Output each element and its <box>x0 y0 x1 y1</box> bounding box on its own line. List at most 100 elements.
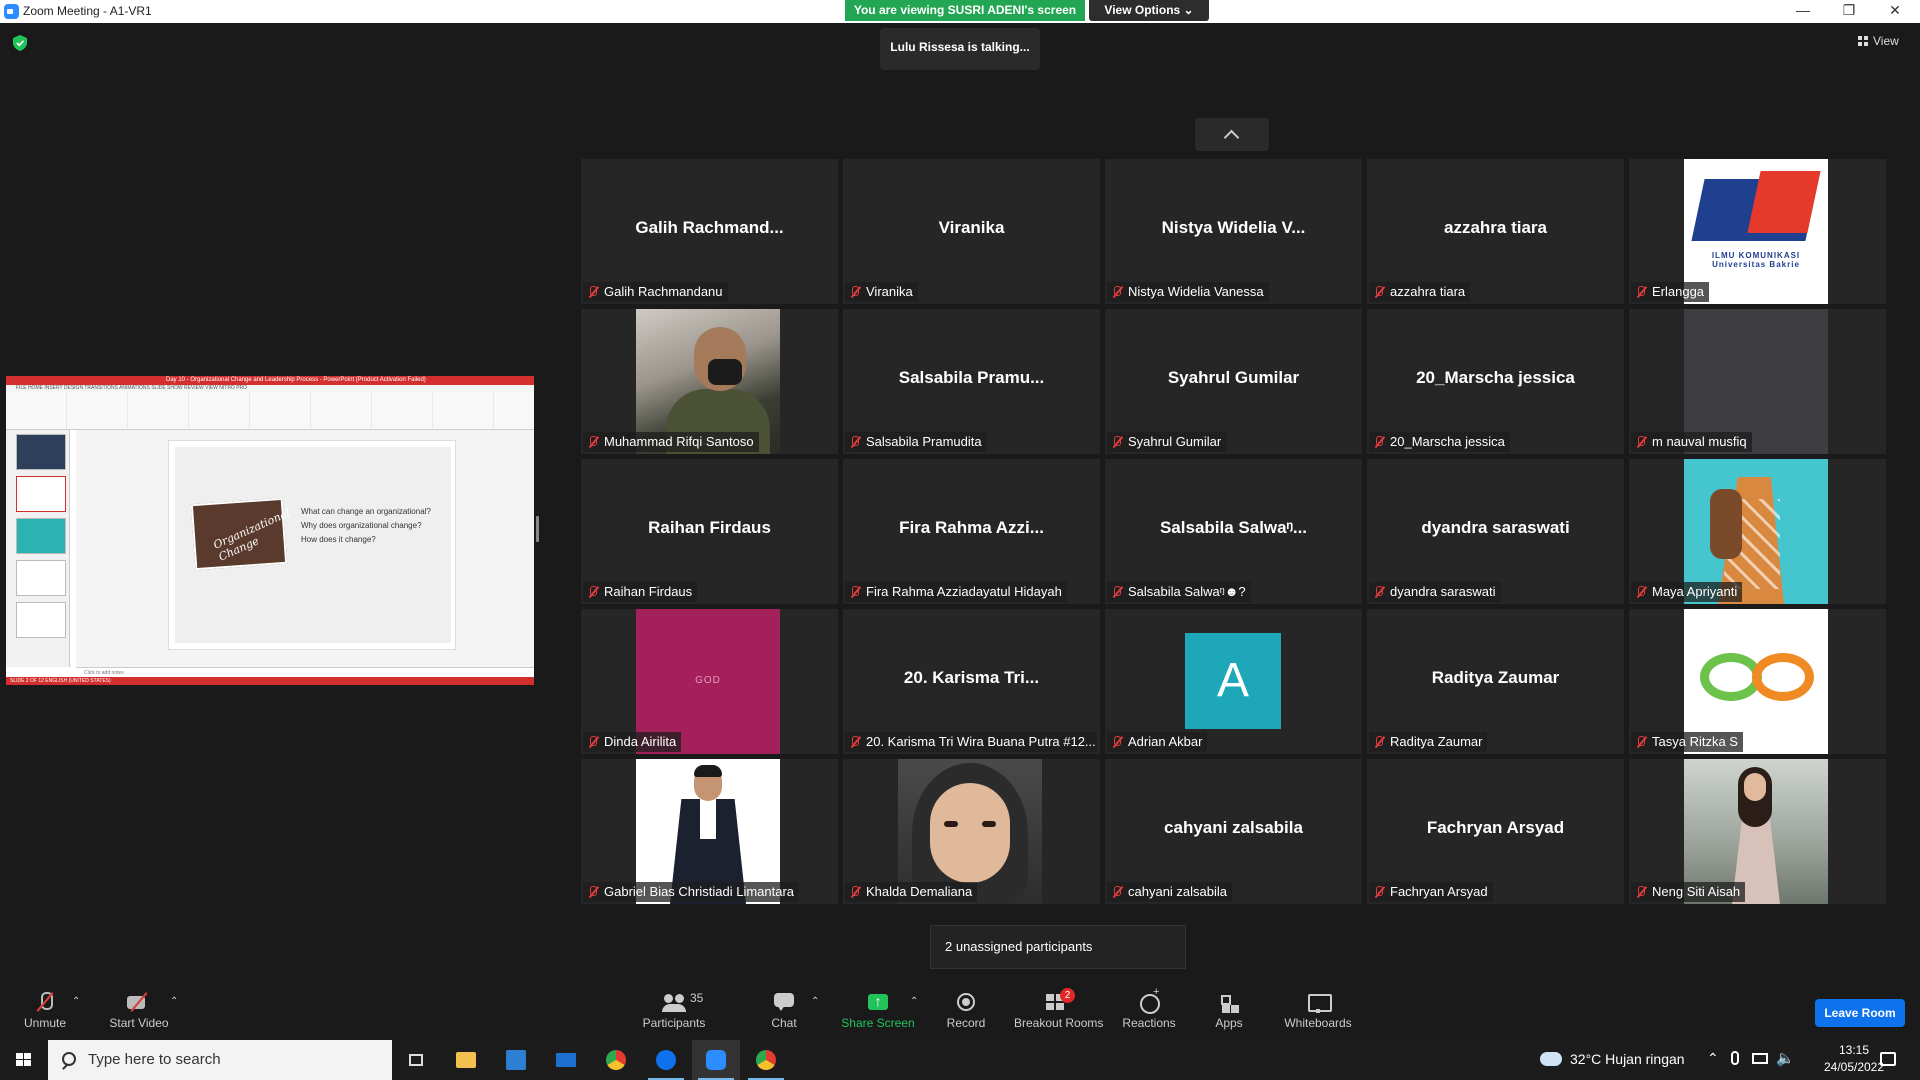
slide-thumbnail <box>16 476 66 512</box>
zoom-icon <box>706 1050 726 1070</box>
task-view-icon <box>409 1054 423 1066</box>
security-shield-icon[interactable] <box>13 35 27 51</box>
weather-cloud-icon[interactable] <box>1540 1052 1562 1066</box>
participant-tile[interactable]: Fachryan Arsyad Fachryan Arsyad <box>1367 759 1624 904</box>
participant-tile[interactable]: Raihan Firdaus Raihan Firdaus <box>581 459 838 604</box>
mic-muted-icon <box>1111 886 1123 898</box>
participant-tile[interactable]: Nistya Widelia V... Nistya Widelia Vanes… <box>1105 159 1362 304</box>
gallery-previous-page-button[interactable] <box>1195 118 1269 151</box>
participant-tile[interactable]: Raditya Zaumar Raditya Zaumar <box>1367 609 1624 754</box>
minimize-button[interactable]: — <box>1780 0 1826 23</box>
taskbar-file-explorer[interactable] <box>442 1040 490 1080</box>
chat-options-caret-icon[interactable]: ⌃ <box>811 996 823 1008</box>
participant-tile[interactable]: Muhammad Rifqi Santoso <box>581 309 838 454</box>
ppt-ribbon <box>6 392 534 430</box>
chat-label: Chat <box>771 1016 797 1030</box>
audio-options-caret-icon[interactable]: ⌃ <box>72 996 84 1008</box>
volume-icon[interactable]: 🔈 <box>1776 1049 1795 1067</box>
maximize-button[interactable]: ❐ <box>1826 0 1872 23</box>
video-off-icon <box>127 992 151 1012</box>
split-view-divider[interactable] <box>536 516 539 542</box>
mic-muted-icon <box>849 886 861 898</box>
participant-nameplate: Raditya Zaumar <box>1369 732 1488 752</box>
close-button[interactable]: ✕ <box>1872 0 1918 23</box>
participant-tile[interactable]: Fira Rahma Azzi... Fira Rahma Azziadayat… <box>843 459 1100 604</box>
photo-face <box>1744 773 1766 801</box>
participant-tile[interactable]: GOD Dinda Airilita <box>581 609 838 754</box>
participant-tile[interactable]: Syahrul Gumilar Syahrul Gumilar <box>1105 309 1362 454</box>
logo-text: ILMU KOMUNIKASI Universitas Bakrie <box>1711 251 1801 269</box>
unmute-label: Unmute <box>23 1016 67 1030</box>
participant-tile[interactable]: 20_Marscha jessica 20_Marscha jessica <box>1367 309 1624 454</box>
participant-name: Maya Apriyanti <box>1652 584 1738 599</box>
participant-tile[interactable]: A Adrian Akbar <box>1105 609 1362 754</box>
taskbar-teamviewer[interactable] <box>642 1040 690 1080</box>
participant-nameplate: dyandra saraswati <box>1369 582 1501 602</box>
participant-tile[interactable]: Salsabila Salwaᵑ... Salsabila Salwaᵑ☻? <box>1105 459 1362 604</box>
participants-button[interactable]: 35 Participants <box>636 982 712 1040</box>
participant-name: 20_Marscha jessica <box>1390 434 1505 449</box>
video-options-caret-icon[interactable]: ⌃ <box>170 996 182 1008</box>
view-options-button[interactable]: View Options ⌄ <box>1089 0 1209 21</box>
teamviewer-icon <box>656 1050 676 1070</box>
network-icon[interactable] <box>1752 1053 1768 1064</box>
mic-muted-icon <box>587 736 599 748</box>
notifications-icon[interactable] <box>1880 1052 1896 1066</box>
chrome-icon <box>756 1050 776 1070</box>
reactions-icon <box>1137 986 1161 1014</box>
taskbar-chrome[interactable] <box>592 1040 640 1080</box>
share-options-caret-icon[interactable]: ⌃ <box>910 996 922 1008</box>
shared-screen: Day 10 - Organizational Change and Leade… <box>6 376 534 685</box>
participant-nameplate: m nauval musfiq <box>1631 432 1752 452</box>
tray-overflow-icon[interactable]: ⌃ <box>1707 1050 1719 1067</box>
taskbar-store[interactable] <box>492 1040 540 1080</box>
participant-tile[interactable]: Galih Rachmand... Galih Rachmandanu <box>581 159 838 304</box>
photo-face <box>930 783 1010 883</box>
infinity-loop <box>1752 653 1814 701</box>
record-button[interactable]: Record <box>944 982 988 1040</box>
participant-tile[interactable]: Salsabila Pramu... Salsabila Pramudita <box>843 309 1100 454</box>
taskbar-mail[interactable] <box>542 1040 590 1080</box>
participant-tile[interactable]: Gabriel Bias Christiadi Limantara <box>581 759 838 904</box>
apps-button[interactable]: Apps <box>1212 982 1246 1040</box>
start-video-button[interactable]: Start Video <box>104 982 174 1040</box>
participant-tile[interactable]: Tasya Ritzka S <box>1629 609 1886 754</box>
breakout-rooms-button[interactable]: 2 Breakout Rooms <box>1014 982 1103 1040</box>
slide-background: Organizational Change What can change an… <box>175 447 451 643</box>
windows-start-button[interactable] <box>0 1040 48 1080</box>
reactions-button[interactable]: Reactions <box>1122 982 1176 1040</box>
taskbar-chrome-2[interactable] <box>742 1040 790 1080</box>
view-layout-button[interactable]: View <box>1858 34 1899 48</box>
participant-tile[interactable]: Viranika Viranika <box>843 159 1100 304</box>
tray-microphone-icon[interactable] <box>1731 1051 1739 1065</box>
microphone-muted-icon <box>33 992 57 1012</box>
ppt-slide: Organizational Change What can change an… <box>168 440 456 650</box>
share-screen-button[interactable]: Share Screen <box>840 982 916 1040</box>
leave-room-button[interactable]: Leave Room <box>1815 999 1905 1027</box>
participant-display-name: cahyani zalsabila <box>1164 818 1303 837</box>
participant-tile[interactable]: Maya Apriyanti <box>1629 459 1886 604</box>
weather-text[interactable]: 32°C Hujan ringan <box>1570 1051 1685 1067</box>
participant-tile[interactable]: Khalda Demaliana <box>843 759 1100 904</box>
participant-tile[interactable]: ILMU KOMUNIKASI Universitas Bakrie Erlang… <box>1629 159 1886 304</box>
chat-button[interactable]: Chat <box>764 982 804 1040</box>
taskbar-zoom[interactable] <box>692 1040 740 1080</box>
taskbar-search-box[interactable]: Type here to search <box>48 1040 392 1080</box>
participant-name: Fira Rahma Azziadayatul Hidayah <box>866 584 1062 599</box>
participant-name: azzahra tiara <box>1390 284 1466 299</box>
whiteboards-button[interactable]: Whiteboards <box>1282 982 1354 1040</box>
participant-name: 20. Karisma Tri Wira Buana Putra #12... <box>866 734 1096 749</box>
participant-tile[interactable]: Neng Siti Aisah <box>1629 759 1886 904</box>
participant-tile[interactable]: azzahra tiara azzahra tiara <box>1367 159 1624 304</box>
participant-tile[interactable]: m nauval musfiq <box>1629 309 1886 454</box>
photo-text: GOD <box>695 675 721 686</box>
windows-taskbar: Type here to search 32°C Hujan ringan ⌃ … <box>0 1040 1920 1080</box>
participant-name: Viranika <box>866 284 913 299</box>
participant-tile[interactable]: 20. Karisma Tri... 20. Karisma Tri Wira … <box>843 609 1100 754</box>
unmute-button[interactable]: Unmute <box>14 982 76 1040</box>
unassigned-participants-tooltip[interactable]: 2 unassigned participants <box>930 925 1186 969</box>
participant-tile[interactable]: cahyani zalsabila cahyani zalsabila <box>1105 759 1362 904</box>
participant-tile[interactable]: dyandra saraswati dyandra saraswati <box>1367 459 1624 604</box>
task-view-button[interactable] <box>392 1040 440 1080</box>
mic-muted-icon <box>849 736 861 748</box>
